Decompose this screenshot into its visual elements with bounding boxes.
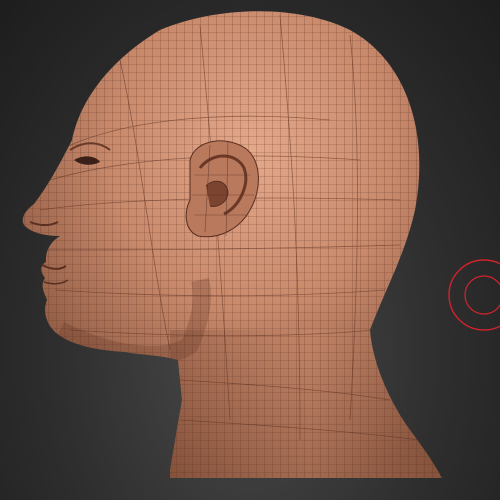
head-model[interactable] <box>0 0 500 500</box>
brush-cursor <box>447 258 500 332</box>
sculpt-viewport[interactable] <box>0 0 500 500</box>
brush-circle-icon <box>448 259 500 331</box>
